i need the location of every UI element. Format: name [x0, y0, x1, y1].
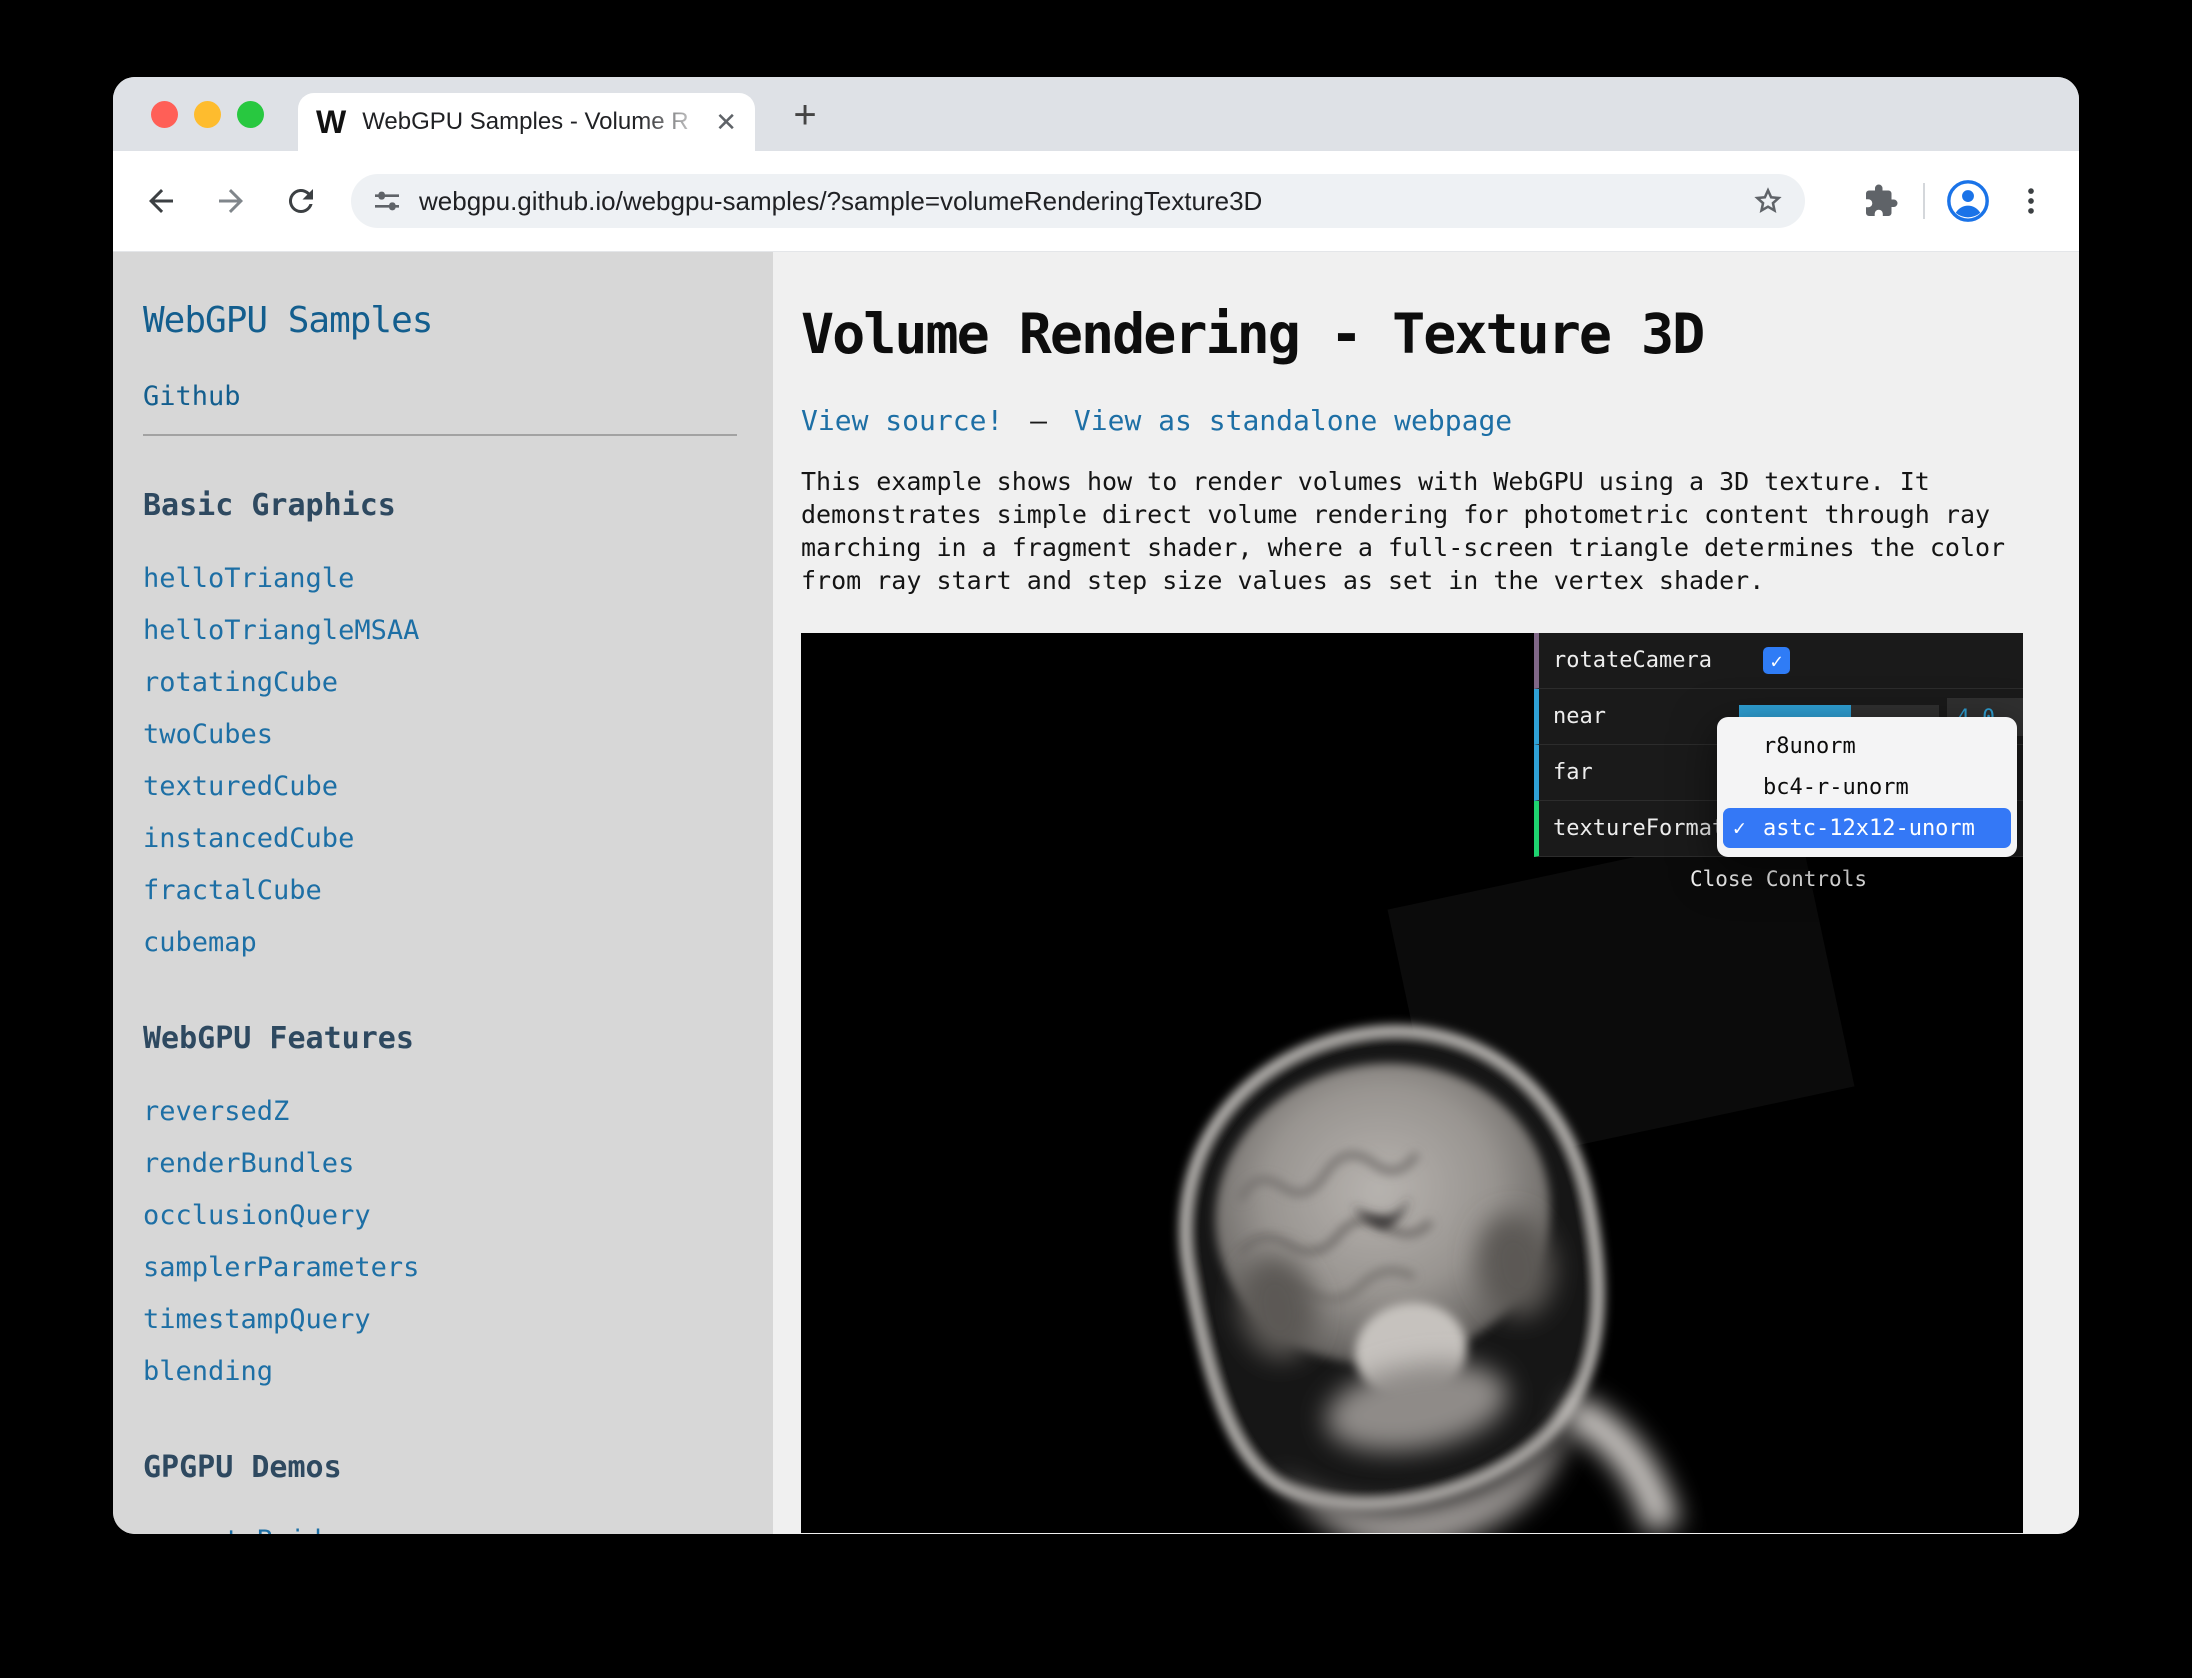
sample-links: View source! — View as standalone webpag…	[801, 404, 2079, 437]
sidebar-item-rotatingcube[interactable]: rotatingCube	[143, 657, 753, 709]
tab-title-fade	[639, 106, 709, 138]
samples-sidebar: WebGPU Samples Github Basic Graphics hel…	[113, 252, 773, 1534]
sample-main-content: Volume Rendering - Texture 3D View sourc…	[773, 252, 2079, 1534]
option-label: r8unorm	[1763, 734, 1856, 759]
profile-person-icon	[1945, 178, 1991, 224]
basic-graphics-list: helloTriangle helloTriangleMSAA rotating…	[143, 553, 753, 969]
page-title: Volume Rendering - Texture 3D	[801, 302, 2079, 366]
sidebar-item-twocubes[interactable]: twoCubes	[143, 709, 753, 761]
back-button[interactable]	[139, 179, 183, 223]
option-label: bc4-r-unorm	[1763, 775, 1909, 800]
sidebar-item-cubemap[interactable]: cubemap	[143, 917, 753, 969]
section-heading-webgpu-features: WebGPU Features	[143, 1021, 753, 1056]
section-heading-basic-graphics: Basic Graphics	[143, 488, 753, 523]
browser-toolbar: webgpu.github.io/webgpu-samples/?sample=…	[113, 151, 2079, 252]
address-bar[interactable]: webgpu.github.io/webgpu-samples/?sample=…	[351, 174, 1805, 228]
sidebar-item-instancedcube[interactable]: instancedCube	[143, 813, 753, 865]
bookmark-star-icon[interactable]	[1751, 184, 1785, 218]
tab-title: WebGPU Samples - Volume R	[362, 106, 709, 138]
sidebar-item-timestampquery[interactable]: timestampQuery	[143, 1294, 753, 1346]
texture-format-dropdown: r8unorm bc4-r-unorm ✓ astc-12x12-unorm	[1717, 717, 2017, 857]
reload-button[interactable]	[279, 179, 323, 223]
profile-avatar[interactable]	[1945, 178, 1991, 224]
checkbox-check-icon: ✓	[1770, 649, 1782, 673]
reload-icon	[283, 183, 319, 219]
texture-format-label: textureFormat	[1539, 816, 1739, 841]
close-controls-button[interactable]: Close Controls	[1534, 867, 2023, 891]
github-link[interactable]: Github	[143, 381, 241, 412]
sidebar-item-samplerparameters[interactable]: samplerParameters	[143, 1242, 753, 1294]
kebab-menu-icon	[2014, 184, 2048, 218]
gui-row-rotate-camera: rotateCamera ✓	[1534, 633, 2023, 689]
sidebar-item-reversedz[interactable]: reversedZ	[143, 1086, 753, 1138]
sidebar-item-computeboids[interactable]: computeBoids	[143, 1515, 753, 1534]
far-label: far	[1539, 760, 1739, 785]
webgpu-favicon-icon: W	[316, 106, 346, 138]
standalone-webpage-link[interactable]: View as standalone webpage	[1074, 404, 1512, 437]
back-arrow-icon	[143, 183, 179, 219]
sidebar-item-hellotriangle[interactable]: helloTriangle	[143, 553, 753, 605]
url-text[interactable]: webgpu.github.io/webgpu-samples/?sample=…	[419, 186, 1751, 217]
browser-menu-button[interactable]	[2009, 179, 2053, 223]
forward-arrow-icon	[213, 183, 249, 219]
section-heading-gpgpu-demos: GPGPU Demos	[143, 1450, 753, 1485]
zoom-window-button[interactable]	[237, 101, 264, 128]
sample-description: This example shows how to render volumes…	[801, 465, 2051, 597]
sidebar-divider	[143, 434, 737, 436]
view-source-link[interactable]: View source!	[801, 404, 1003, 437]
toolbar-divider	[1923, 183, 1925, 219]
traffic-lights	[151, 101, 264, 128]
option-label: astc-12x12-unorm	[1763, 816, 1975, 841]
sidebar-item-texturedcube[interactable]: texturedCube	[143, 761, 753, 813]
puzzle-icon	[1863, 183, 1899, 219]
sidebar-item-fractalcube[interactable]: fractalCube	[143, 865, 753, 917]
rotate-camera-label: rotateCamera	[1539, 648, 1739, 673]
new-tab-button[interactable]: +	[781, 91, 829, 139]
webgpu-features-list: reversedZ renderBundles occlusionQuery s…	[143, 1086, 753, 1398]
sidebar-item-blending[interactable]: blending	[143, 1346, 753, 1398]
minimize-window-button[interactable]	[194, 101, 221, 128]
close-window-button[interactable]	[151, 101, 178, 128]
sidebar-item-renderbundles[interactable]: renderBundles	[143, 1138, 753, 1190]
browser-tab[interactable]: W WebGPU Samples - Volume R ✕	[298, 93, 755, 151]
dropdown-option-astc-12x12-unorm[interactable]: ✓ astc-12x12-unorm	[1723, 808, 2011, 848]
link-separator: —	[1030, 404, 1047, 437]
near-label: near	[1539, 704, 1739, 729]
forward-button[interactable]	[209, 179, 253, 223]
tab-close-icon[interactable]: ✕	[715, 107, 737, 138]
sidebar-item-hellotrianglemsaa[interactable]: helloTriangleMSAA	[143, 605, 753, 657]
tab-bar: W WebGPU Samples - Volume R ✕ +	[113, 77, 2079, 151]
gpgpu-demos-list: computeBoids	[143, 1515, 753, 1534]
sidebar-item-occlusionquery[interactable]: occlusionQuery	[143, 1190, 753, 1242]
option-checkmark-icon: ✓	[1733, 816, 1763, 840]
sidebar-title: WebGPU Samples	[143, 300, 753, 341]
browser-window: W WebGPU Samples - Volume R ✕ + web	[113, 77, 2079, 1534]
webgpu-canvas[interactable]: rotateCamera ✓ near 4.0 far textureForma…	[801, 633, 2023, 1533]
site-info-icon[interactable]	[371, 185, 403, 217]
rotate-camera-checkbox[interactable]: ✓	[1763, 647, 1790, 674]
dropdown-option-bc4-r-unorm[interactable]: bc4-r-unorm	[1723, 767, 2011, 807]
dropdown-option-r8unorm[interactable]: r8unorm	[1723, 726, 2011, 766]
page-content: WebGPU Samples Github Basic Graphics hel…	[113, 252, 2079, 1534]
extensions-button[interactable]	[1859, 179, 1903, 223]
